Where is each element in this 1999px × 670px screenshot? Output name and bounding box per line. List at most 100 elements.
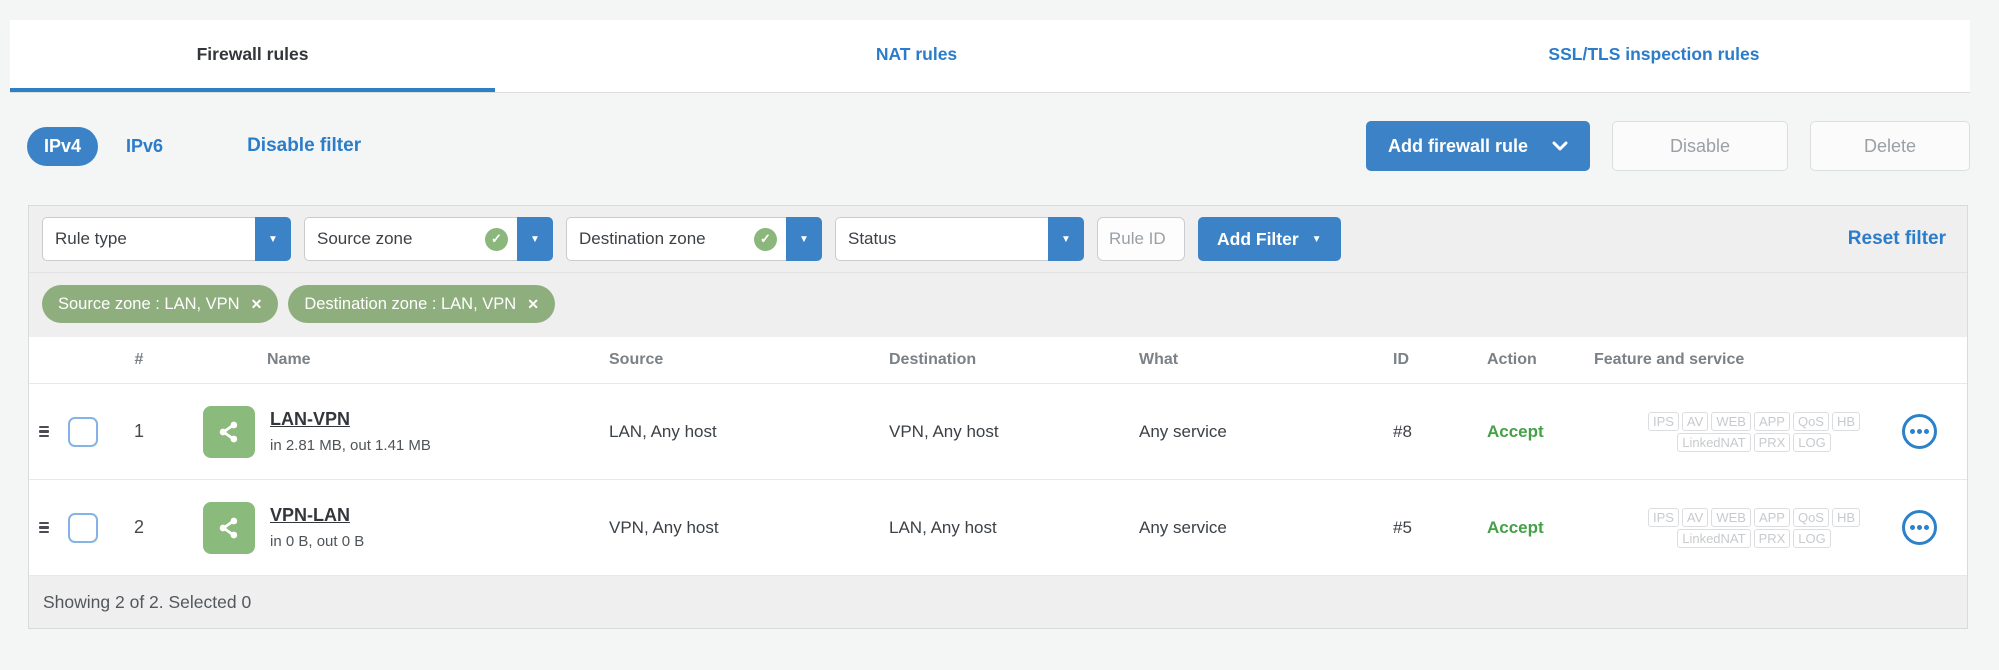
add-filter-label: Add Filter [1217,228,1299,249]
firewall-rules-table: # Name Source Destination What ID Action… [29,337,1967,576]
status-label: Status [848,229,897,248]
rule-what: Any service [1139,421,1227,441]
disable-button[interactable]: Disable [1612,121,1788,171]
chip-label: Source zone : LAN, VPN [58,294,240,313]
active-filter-chips: Source zone : LAN, VPN ✕ Destination zon… [29,273,1967,337]
feature-badges: IPS AV WEB APP QoS HB LinkedNAT PRX LOG [1616,507,1892,548]
rule-id: #5 [1393,517,1412,537]
feature-badge: PRX [1753,528,1791,548]
caret-down-icon: ▼ [799,233,809,245]
firewall-rules-panel: Rule type ▼ Source zone ✓ ▼ Destination … [28,205,1968,629]
header-feature: Feature and service [1594,351,1745,368]
row-checkbox[interactable] [68,512,98,543]
status-select-value: Status [835,217,1048,261]
header-name: Name [267,351,311,368]
rule-name-link[interactable]: VPN-LAN [270,505,350,525]
rule-action: Accept [1487,421,1544,441]
feature-badge: IPS [1647,411,1679,431]
feature-badge: APP [1753,507,1790,527]
feature-badge: HB [1831,507,1861,527]
filter-applied-check-icon: ✓ [485,227,508,251]
table-row: 1 LAN-VPN in 2.81 MB, out 1.41 MB LAN, A… [29,384,1967,480]
tab-ssl-tls-inspection-rules[interactable]: SSL/TLS inspection rules [1338,20,1970,92]
ipv6-toggle[interactable]: IPv6 [126,136,163,157]
source-zone-label: Source zone [317,229,413,248]
caret-down-icon: ▼ [1311,233,1322,245]
destination-zone-select[interactable]: Destination zone ✓ ▼ [566,217,822,261]
share-icon [219,421,238,442]
rule-traffic: in 0 B, out 0 B [270,533,365,550]
header-what: What [1139,351,1179,368]
rule-type-select-value: Rule type [42,217,255,261]
rule-type-select[interactable]: Rule type ▼ [42,217,291,261]
chip-label: Destination zone : LAN, VPN [304,294,517,313]
ipv4-toggle[interactable]: IPv4 [27,126,99,166]
caret-down-icon: ▼ [530,233,540,245]
header-number: # [134,351,144,368]
rule-what: Any service [1139,517,1227,537]
row-count-summary: Showing 2 of 2. Selected 0 [43,591,252,612]
drag-handle-icon[interactable] [29,425,59,438]
source-zone-select[interactable]: Source zone ✓ ▼ [304,217,553,261]
tab-nat-rules[interactable]: NAT rules [495,20,1338,92]
rule-source: VPN, Any host [609,517,719,537]
more-actions-button[interactable] [1902,510,1937,545]
feature-badge: AV [1681,507,1709,527]
feature-badge: LOG [1793,528,1831,548]
feature-badge: QoS [1792,411,1829,431]
disable-filter-link[interactable]: Disable filter [247,135,361,157]
source-zone-caret-button[interactable]: ▼ [517,217,553,261]
rule-destination: VPN, Any host [889,421,999,441]
header-source: Source [609,351,664,368]
feature-badge: IPS [1647,507,1679,527]
delete-button[interactable]: Delete [1810,121,1970,171]
more-actions-button[interactable] [1902,414,1937,449]
table-footer: Showing 2 of 2. Selected 0 [29,576,1967,628]
reset-filter-link[interactable]: Reset filter [1848,228,1954,250]
toolbar-actions: Add firewall rule Disable Delete [1365,121,1970,171]
destination-zone-caret-button[interactable]: ▼ [786,217,822,261]
status-select[interactable]: Status ▼ [835,217,1084,261]
rule-id-input[interactable] [1097,217,1185,261]
rule-position: 1 [133,421,144,441]
add-firewall-rule-button[interactable]: Add firewall rule [1365,121,1590,171]
tab-firewall-rules[interactable]: Firewall rules [10,20,496,92]
filter-controls: Rule type ▼ Source zone ✓ ▼ Destination … [29,206,1967,273]
feature-badge: WEB [1711,411,1751,431]
remove-chip-icon[interactable]: ✕ [527,296,539,313]
feature-badge: HB [1831,411,1861,431]
rule-type-label: Rule type [55,229,127,248]
filter-applied-check-icon: ✓ [754,227,777,251]
feature-badge: WEB [1711,507,1751,527]
feature-badge: QoS [1792,507,1829,527]
header-action: Action [1487,351,1537,368]
caret-down-icon: ▼ [1061,233,1071,245]
rule-type-caret-button[interactable]: ▼ [255,217,291,261]
caret-down-icon: ▼ [268,233,278,245]
feature-badge: LinkedNAT [1677,528,1751,548]
drag-handle-icon[interactable] [29,521,59,534]
remove-chip-icon[interactable]: ✕ [251,296,263,313]
share-icon [219,517,238,538]
rules-tab-bar: Firewall rules NAT rules SSL/TLS inspect… [10,20,1970,92]
header-destination: Destination [889,351,977,368]
filter-chip-source-zone: Source zone : LAN, VPN ✕ [42,285,279,323]
add-firewall-rule-label: Add firewall rule [1387,135,1528,156]
rule-id: #8 [1393,421,1412,441]
feature-badge: AV [1681,411,1709,431]
status-caret-button[interactable]: ▼ [1048,217,1084,261]
destination-zone-label: Destination zone [579,229,706,248]
add-filter-button[interactable]: Add Filter ▼ [1198,217,1341,261]
destination-zone-select-value: Destination zone ✓ [566,217,786,261]
table-row: 2 VPN-LAN in 0 B, out 0 B VPN, Any host … [29,480,1967,576]
source-zone-select-value: Source zone ✓ [304,217,517,261]
filter-chip-destination-zone: Destination zone : LAN, VPN ✕ [288,285,555,323]
rule-name-link[interactable]: LAN-VPN [270,409,350,429]
feature-badge: LinkedNAT [1677,432,1751,452]
rule-destination: LAN, Any host [889,517,997,537]
feature-badge: APP [1753,411,1790,431]
rule-traffic: in 2.81 MB, out 1.41 MB [270,437,431,454]
row-checkbox[interactable] [68,416,98,447]
network-rule-icon [203,501,255,554]
feature-badges: IPS AV WEB APP QoS HB LinkedNAT PRX LOG [1616,411,1892,452]
